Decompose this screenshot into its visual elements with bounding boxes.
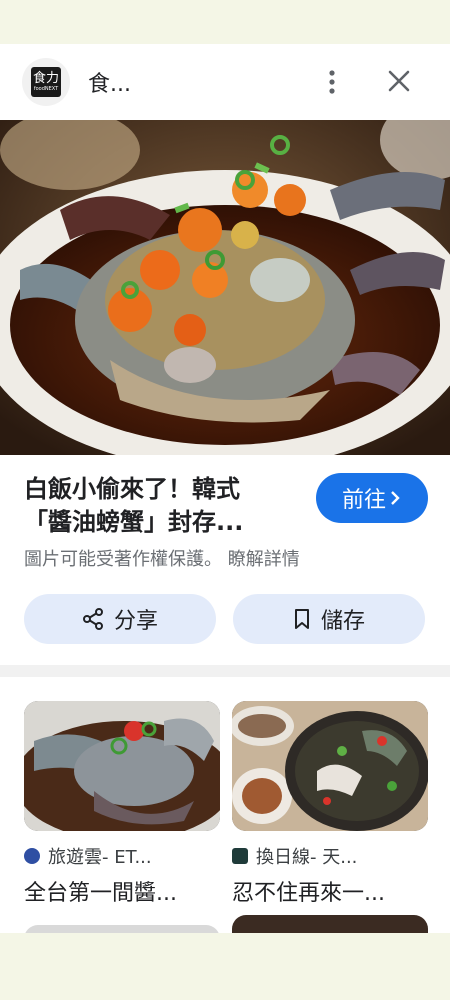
visit-label: 前往	[341, 488, 386, 513]
image-title[interactable]: 白飯小偷來了！韓式 「醬油螃蟹」封存...	[24, 473, 304, 539]
site-logo[interactable]: 食力 foodNEXT	[22, 58, 70, 106]
logo-subtext: foodNEXT	[33, 86, 59, 92]
related-title[interactable]: 全台第一間醬...	[24, 875, 220, 907]
header: 食力 foodNEXT 食...	[0, 44, 450, 120]
related-card[interactable]: 旅遊雲- ET... 全台第一間醬...	[24, 701, 220, 907]
share-label: 分享	[113, 609, 158, 634]
related-source-name: 旅遊雲- ET...	[48, 847, 152, 868]
related-card[interactable]: 換日線- 天... 忍不住再來一...	[232, 701, 428, 907]
related-source: 旅遊雲- ET...	[24, 843, 220, 869]
logo-mark: 食力 foodNEXT	[31, 67, 61, 97]
related-title[interactable]: 忍不住再來一...	[232, 875, 428, 907]
chevron-right-icon	[391, 491, 400, 505]
related-image-partial[interactable]	[24, 925, 220, 933]
logo-text: 食力	[32, 71, 59, 86]
source-icon	[24, 848, 40, 864]
hero-image[interactable]: 食力	[0, 120, 450, 455]
status-bar-area	[0, 0, 450, 44]
site-name[interactable]: 食...	[88, 66, 131, 98]
info-panel: 白飯小偷來了！韓式 「醬油螃蟹」封存... 前往 圖片可能受著作權保護。 瞭解詳…	[0, 455, 450, 665]
share-icon	[82, 608, 103, 630]
related-source-name: 換日線- 天...	[256, 847, 358, 868]
related-images-grid: 旅遊雲- ET... 全台第一間醬... 換日線- 天... 忍不住再來一...	[0, 677, 450, 933]
related-image[interactable]	[232, 701, 428, 831]
bookmark-icon	[294, 609, 309, 629]
save-label: 儲存	[320, 609, 365, 634]
save-button[interactable]: 儲存	[233, 594, 425, 644]
visit-button[interactable]: 前往	[316, 473, 428, 523]
copyright-notice: 圖片可能受著作權保護。 瞭解詳情	[24, 545, 300, 571]
related-image-partial[interactable]	[232, 915, 428, 933]
related-image[interactable]	[24, 701, 220, 831]
crab-thumbnail	[24, 701, 220, 831]
share-button[interactable]: 分享	[24, 594, 216, 644]
crab-dish-image	[0, 120, 450, 455]
crab-pot-thumbnail	[232, 701, 428, 831]
learn-more-link[interactable]: 瞭解詳情	[228, 549, 300, 570]
copyright-text: 圖片可能受著作權保護。	[24, 549, 222, 570]
navigation-bar-area	[0, 933, 450, 1000]
source-icon	[232, 848, 248, 864]
related-source: 換日線- 天...	[232, 843, 428, 869]
close-icon[interactable]	[384, 66, 414, 96]
section-divider	[0, 665, 450, 677]
more-vert-icon[interactable]	[318, 68, 346, 96]
